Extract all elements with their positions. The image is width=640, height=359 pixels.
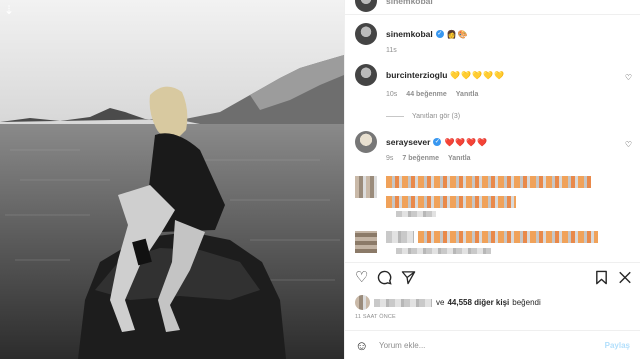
- post-comment-button[interactable]: Paylaş: [605, 341, 630, 350]
- likes-prefix: ve: [436, 298, 445, 307]
- view-replies-button[interactable]: Yanıtları gör (3): [386, 113, 460, 120]
- comment-likes[interactable]: 44 beğenme: [406, 91, 446, 98]
- censored-block: [386, 231, 414, 243]
- comment-input[interactable]: [379, 340, 605, 350]
- likes-suffix: beğendi: [512, 298, 541, 307]
- censored-block: [386, 196, 516, 208]
- photo-scene: [0, 0, 344, 359]
- caption-emoji: 👩🎨: [446, 29, 469, 39]
- censored-comment: [386, 231, 630, 243]
- censored-meta: [396, 248, 491, 254]
- comment-meta: 9s 7 beğenme Yanıtla: [386, 155, 471, 162]
- post-header-partial: sinemkobal: [355, 0, 630, 12]
- avatar: [355, 176, 377, 198]
- censored-comment: [386, 176, 630, 208]
- caption-row: sinemkobal ✓ 👩🎨: [355, 23, 630, 45]
- header-divider: [345, 14, 640, 15]
- comment-username[interactable]: seraysever: [386, 137, 430, 147]
- comment-like-heart-icon[interactable]: ♡: [625, 73, 632, 82]
- avatar: [355, 295, 370, 310]
- post-timestamp[interactable]: 11 SAAT ÖNCE: [355, 314, 396, 320]
- comment-time[interactable]: 10s: [386, 91, 397, 98]
- scroll-down-icon[interactable]: ⇣: [2, 3, 16, 17]
- verified-icon: ✓: [435, 30, 444, 38]
- verified-icon: ✓: [433, 138, 442, 146]
- avatar[interactable]: [355, 0, 377, 12]
- comment-likes[interactable]: 7 beğenme: [402, 155, 439, 162]
- avatar[interactable]: [355, 23, 377, 45]
- comment-row: burcinterzioglu 💛💛💛💛💛: [355, 64, 630, 86]
- comment-text: 💛💛💛💛💛: [450, 70, 506, 80]
- share-icon[interactable]: [401, 270, 416, 289]
- comment-icon[interactable]: [377, 270, 392, 289]
- author-username[interactable]: sinemkobal: [386, 0, 433, 6]
- caption-meta: 11s: [386, 47, 397, 54]
- comment-time[interactable]: 9s: [386, 155, 393, 162]
- comment-row-censored: [355, 176, 630, 208]
- avatar[interactable]: [355, 64, 377, 86]
- avatar: [355, 231, 377, 253]
- likes-count[interactable]: 44,558 diğer kişi: [447, 298, 509, 307]
- heart-icon[interactable]: ♡: [355, 270, 368, 286]
- caption-time[interactable]: 11s: [386, 47, 397, 54]
- comments-panel: sinemkobal sinemkobal ✓ 👩🎨 11s burcinter…: [344, 0, 640, 359]
- comment-text: ❤️❤️❤️❤️: [444, 137, 489, 147]
- censored-name: [374, 298, 432, 307]
- likes-summary: ve 44,558 diğer kişi beğendi: [355, 295, 541, 310]
- emoji-icon[interactable]: ☺: [355, 338, 375, 353]
- censored-meta: [396, 211, 436, 217]
- reply-button[interactable]: Yanıtla: [448, 155, 471, 162]
- comment-username[interactable]: burcinterzioglu: [386, 70, 447, 80]
- post-photo: ⇣: [0, 0, 344, 359]
- more-options-icon[interactable]: [618, 270, 632, 289]
- comment-like-heart-icon[interactable]: ♡: [625, 140, 632, 149]
- caption-username[interactable]: sinemkobal: [386, 29, 433, 39]
- reply-button[interactable]: Yanıtla: [456, 91, 479, 98]
- censored-block: [386, 176, 591, 188]
- comment-form: ☺ Paylaş: [345, 330, 640, 359]
- comment-meta: 10s 44 beğenme Yanıtla: [386, 91, 478, 98]
- censored-block: [418, 231, 598, 243]
- actions-divider: [345, 262, 640, 263]
- view-replies-label: Yanıtları gör (3): [412, 113, 461, 120]
- avatar[interactable]: [355, 131, 377, 153]
- bookmark-icon[interactable]: [595, 270, 608, 289]
- comment-row: seraysever ✓ ❤️❤️❤️❤️: [355, 131, 630, 153]
- replies-line: [386, 116, 404, 117]
